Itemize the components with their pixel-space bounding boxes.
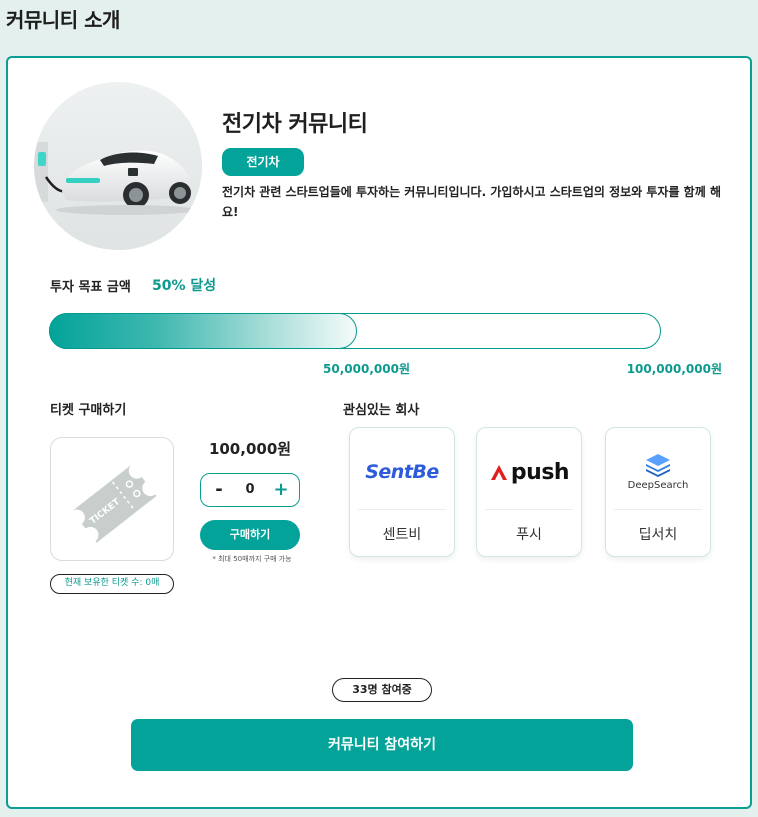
community-name: 전기차 커뮤니티 (222, 112, 368, 137)
decrease-button[interactable]: - (207, 474, 231, 505)
buy-button[interactable]: 구매하기 (200, 520, 300, 550)
community-card: 전기차 커뮤니티 전기차 전기차 관련 스타트업들에 투자하는 커뮤니티입니다.… (6, 56, 752, 809)
company-card-deepsearch[interactable]: DeepSearch 딥서치 (605, 427, 711, 557)
owned-tickets-badge: 현재 보유한 티켓 수: 0매 (50, 574, 174, 594)
deepsearch-layers-icon (646, 454, 670, 477)
company-name: 딥서치 (638, 527, 678, 543)
page-title: 커뮤니티 소개 (6, 8, 120, 32)
members-count-badge: 33명 참여중 (332, 678, 432, 702)
target-amount: 100,000,000원 (626, 362, 722, 376)
buy-limit-note: * 최대 50매까지 구매 가능 (212, 555, 292, 563)
push-arrow-icon (490, 465, 507, 480)
deepsearch-logo: DeepSearch (606, 442, 710, 502)
push-logo: push (477, 442, 581, 502)
quantity-stepper[interactable]: - 0 + (200, 473, 300, 507)
divider (358, 509, 446, 510)
community-description: 전기차 관련 스타트업들에 투자하는 커뮤니티입니다. 가입하시고 스타트업의 … (222, 185, 721, 219)
ticket-section-title: 티켓 구매하기 (50, 403, 127, 418)
ticket-icon: TICKET (71, 464, 157, 543)
goal-progress-bar (48, 312, 661, 349)
divider (614, 509, 702, 510)
join-community-button[interactable]: 커뮤니티 참여하기 (131, 719, 633, 771)
divider (485, 509, 573, 510)
goal-status: 50% 달성 (152, 278, 217, 294)
community-image (34, 82, 202, 250)
company-name: 센트비 (382, 527, 422, 543)
goal-label: 투자 목표 금액 (50, 280, 131, 295)
increase-button[interactable]: + (269, 474, 293, 505)
current-amount: 50,000,000원 (323, 362, 410, 376)
interest-section-title: 관심있는 회사 (343, 403, 420, 418)
ticket-image: TICKET (50, 437, 174, 561)
sentbe-logo: SentBe (365, 461, 439, 483)
company-card-push[interactable]: push 푸시 (476, 427, 582, 557)
goal-progress-fill (48, 312, 357, 349)
ticket-price: 100,000원 (208, 440, 292, 458)
company-name: 푸시 (516, 527, 542, 543)
category-tag: 전기차 (222, 148, 304, 176)
company-card-sentbe[interactable]: SentBe 센트비 (349, 427, 455, 557)
quantity-value: 0 (245, 482, 255, 497)
